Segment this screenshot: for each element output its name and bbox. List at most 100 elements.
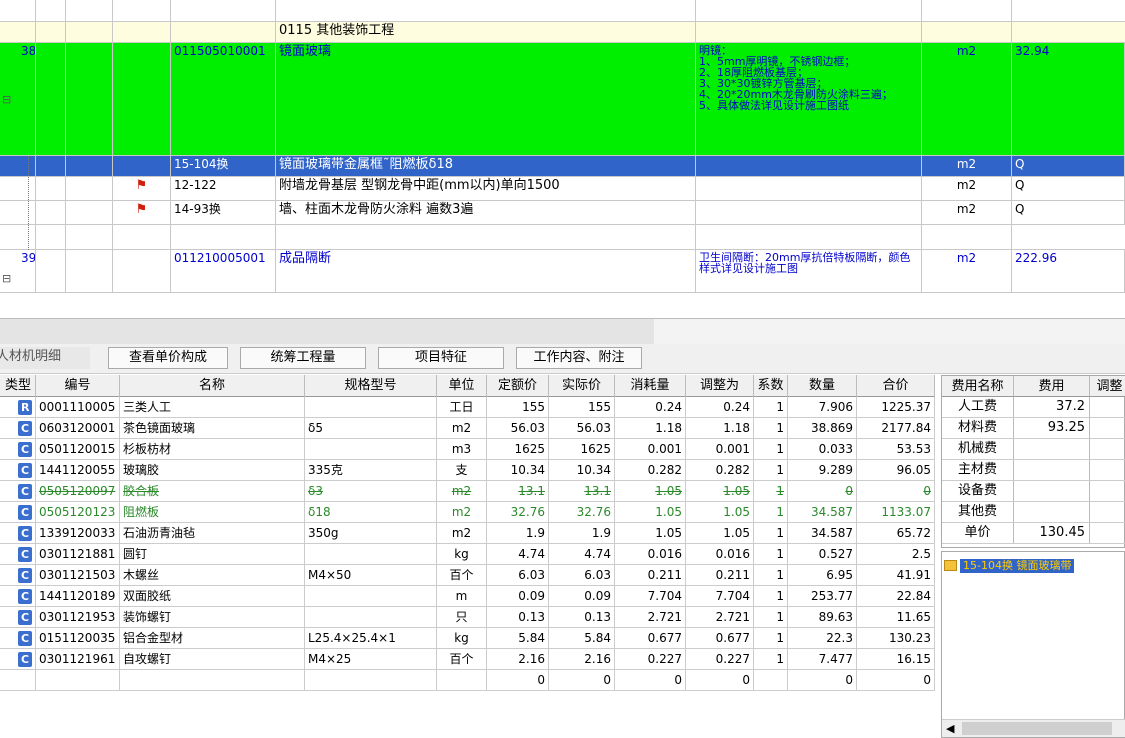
item-name: 成品隔断 (276, 250, 696, 292)
quota-code: 15-104换 (171, 156, 276, 176)
cell-code: 1339120033 (36, 523, 120, 544)
scrollbar-thumb[interactable] (654, 319, 1125, 344)
col-consumption[interactable]: 消耗量 (615, 375, 686, 397)
grid-row[interactable]: C 1441120189 双面胶纸 m 0.09 0.09 7.704 7.704 1 253.7… (0, 586, 935, 607)
tree-scrollbar[interactable]: ◀ (942, 719, 1125, 737)
cell-q: 7.906 (788, 397, 857, 418)
tree-node[interactable]: 15-104换 镜面玻璃带 (960, 559, 1075, 573)
grid-row[interactable]: C 0505120123 阻燃板 δ18 m2 32.76 32.76 1.05 1.05 1 34… (0, 502, 935, 523)
cell-unit: m2 (437, 418, 487, 439)
cell-unit (437, 670, 487, 691)
col-quota-price[interactable]: 定额价 (487, 375, 549, 397)
table-row[interactable] (0, 0, 1125, 22)
cell-code: 0301121503 (36, 565, 120, 586)
horizontal-scrollbar[interactable] (0, 318, 1125, 344)
col-amount[interactable]: 数量 (788, 375, 857, 397)
fee-row[interactable]: 人工费 37.2 (942, 397, 1125, 418)
fee-row[interactable]: 机械费 (942, 439, 1125, 460)
quota-code: 14-93换 (171, 201, 276, 224)
cell-p2: 155 (549, 397, 615, 418)
item-quantity: 32.94 (1012, 43, 1125, 155)
fee-row[interactable]: 单价 130.45 (942, 523, 1125, 544)
scroll-left-icon[interactable]: ◀ (946, 722, 954, 735)
table-row[interactable]: ⚑ 14-93换 墙、柱面木龙骨防火涂料 遍数3遍 m2 Q (0, 201, 1125, 225)
tab-unit-price[interactable]: 查看单价构成 (108, 347, 228, 369)
tab-work-content[interactable]: 工作内容、附注 (516, 347, 642, 369)
cell-sum: 22.84 (857, 586, 935, 607)
section-row[interactable]: 0115 其他装饰工程 (0, 22, 1125, 43)
table-row[interactable]: ⚑ 12-122 附墙龙骨基层 型钢龙骨中距(mm以内)单向1500 m2 Q (0, 177, 1125, 201)
type-cell: C (0, 628, 36, 649)
cell-code: 0501120015 (36, 439, 120, 460)
scrollbar-thumb[interactable] (962, 722, 1112, 735)
grid-header: 类型 编号 名称 规格型号 单位 定额价 实际价 消耗量 调整为 系数 数量 合… (0, 375, 935, 397)
row-seq: 38 (18, 43, 36, 155)
cell-p2: 1625 (549, 439, 615, 460)
cell-sum: 1225.37 (857, 397, 935, 418)
grid-row[interactable]: C 0501120015 杉板枋材 m3 1625 1625 0.001 0.001 1 0.03… (0, 439, 935, 460)
tab-materials[interactable]: 人材机明细 (0, 347, 90, 369)
cell-unit: 百个 (437, 565, 487, 586)
cell-c: 0.677 (615, 628, 686, 649)
col-factor[interactable]: 系数 (754, 375, 788, 397)
type-badge-icon: C (18, 610, 32, 625)
table-row[interactable]: ⊟ 39 011210005001 成品隔断 卫生间隔断：20mm厚抗倍特板隔断… (0, 250, 1125, 293)
item-code: 011210005001 (171, 250, 276, 292)
grid-row[interactable]: C 0301121503 木螺丝 M4×50 百个 6.03 6.03 0.211 0.211 1… (0, 565, 935, 586)
cell-unit: 支 (437, 460, 487, 481)
collapse-icon[interactable]: ⊟ (2, 272, 11, 285)
col-spec[interactable]: 规格型号 (305, 375, 437, 397)
cell-sum: 0 (857, 670, 935, 691)
col-adjust[interactable]: 调整为 (686, 375, 754, 397)
fee-value (1014, 460, 1090, 480)
cell-p2: 6.03 (549, 565, 615, 586)
col-code[interactable]: 编号 (36, 375, 120, 397)
type-badge-icon: C (18, 652, 32, 667)
cell-c: 1.05 (615, 523, 686, 544)
cell-c: 0 (615, 670, 686, 691)
cell-p2: 10.34 (549, 460, 615, 481)
type-cell: C (0, 502, 36, 523)
col-type[interactable]: 类型 (0, 375, 36, 397)
grid-row[interactable]: C 0301121961 自攻螺钉 M4×25 百个 2.16 2.16 0.227 0.227… (0, 649, 935, 670)
col-actual-price[interactable]: 实际价 (549, 375, 615, 397)
detail-tab-bar: 人材机明细 查看单价构成 统筹工程量 项目特征 工作内容、附注 (0, 344, 1125, 374)
fee-row[interactable]: 其他费 (942, 502, 1125, 523)
table-row[interactable] (0, 225, 1125, 250)
quota-name: 附墙龙骨基层 型钢龙骨中距(mm以内)单向1500 (276, 177, 696, 200)
grid-row[interactable]: C 0603120001 茶色镜面玻璃 δ5 m2 56.03 56.03 1.18 1.18 1… (0, 418, 935, 439)
fee-value (1014, 502, 1090, 522)
col-unit[interactable]: 单位 (437, 375, 487, 397)
grid-row[interactable]: C 1441120055 玻璃胶 335克支 10.34 10.34 0.282 0.282 1… (0, 460, 935, 481)
grid-row[interactable]: C 0151120035 铝合金型材 L25.4×25.4×1 kg 5.84 5.84 0.… (0, 628, 935, 649)
table-row[interactable]: ⊟ 38 011505010001 镜面玻璃 明镜： 1、5mm厚明镜，不锈钢边… (0, 43, 1125, 156)
fee-row[interactable]: 材料费 93.25 (942, 418, 1125, 439)
cell-c: 1.05 (615, 481, 686, 502)
grid-row[interactable]: C 0301121881 圆钉 kg 4.74 4.74 0.016 0.016 1 0.527 2… (0, 544, 935, 565)
cell-k: 1 (754, 523, 788, 544)
tab-features[interactable]: 项目特征 (378, 347, 504, 369)
grid-row[interactable]: C 1339120033 石油沥青油毡 350g m2 1.9 1.9 1.05 1.05 1 34… (0, 523, 935, 544)
grid-row[interactable]: C 0301121953 装饰螺钉只 0.13 0.13 2.721 2.721 1 89.63… (0, 607, 935, 628)
cell-adj: 0.227 (686, 649, 754, 670)
cell-adj: 1.05 (686, 481, 754, 502)
cell-sum: 41.91 (857, 565, 935, 586)
cell-p1: 0 (487, 670, 549, 691)
cell-k: 1 (754, 481, 788, 502)
tab-quantity[interactable]: 统筹工程量 (240, 347, 366, 369)
col-name[interactable]: 名称 (120, 375, 305, 397)
grid-row[interactable]: 000000 (0, 670, 935, 691)
cell-k: 1 (754, 565, 788, 586)
fee-row[interactable]: 设备费 (942, 481, 1125, 502)
cell-spec (305, 439, 437, 460)
cell-k: 1 (754, 397, 788, 418)
table-row-selected[interactable]: 15-104换 镜面玻璃带金属框˜阻燃板δ18 m2 Q (0, 156, 1125, 177)
cell-p1: 6.03 (487, 565, 549, 586)
fee-row[interactable]: 主材费 (942, 460, 1125, 481)
cell-name: 自攻螺钉 (120, 649, 305, 670)
grid-row[interactable]: R 0001110005 三类人工 工日 155 155 0.24 0.24 1 7.906 122… (0, 397, 935, 418)
cell-name: 三类人工 (120, 397, 305, 418)
col-total[interactable]: 合价 (857, 375, 935, 397)
collapse-icon[interactable]: ⊟ (2, 93, 11, 106)
grid-row[interactable]: C 0505120097 胶合板 δ3 m2 13.1 13.1 1.05 1.05 1 0 0 (0, 481, 935, 502)
